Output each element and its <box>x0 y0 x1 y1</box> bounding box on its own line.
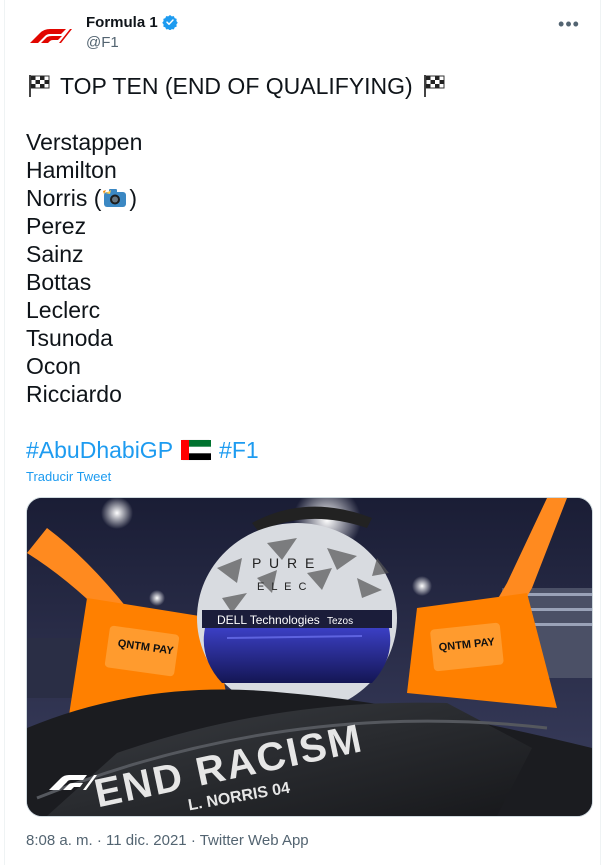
f1-logo-avatar[interactable] <box>26 12 74 60</box>
verified-badge-icon <box>161 15 178 30</box>
driver-line: Verstappen <box>26 128 586 156</box>
display-name[interactable]: Formula 1 <box>86 14 158 31</box>
driver-name: Ricciardo <box>26 381 122 407</box>
helmet-text-top: P U R E <box>252 555 316 571</box>
tweet-header: Formula 1 @F1 ••• <box>26 10 584 60</box>
driver-line: Tsunoda <box>26 324 586 352</box>
driver-name: Leclerc <box>26 297 101 323</box>
driver-name: Perez <box>26 213 87 239</box>
driver-name: Bottas <box>26 269 92 295</box>
driver-line: Sainz <box>26 240 586 268</box>
tweet-heading: TOP TEN (END OF QUALIFYING) <box>60 73 413 99</box>
driver-name: Sainz <box>26 241 84 267</box>
driver-line: Leclerc <box>26 296 586 324</box>
tweet-card: Formula 1 @F1 ••• TOP TEN (END OF QUALIF… <box>4 0 601 865</box>
mclaren-cockpit-photo: QNTM PAY QNTM PAY P U R E E L E C DELL T… <box>27 498 592 816</box>
more-icon: ••• <box>558 13 580 34</box>
handle[interactable]: @F1 <box>86 34 178 51</box>
norris-suffix: ) <box>129 185 138 211</box>
more-options-button[interactable]: ••• <box>554 12 584 36</box>
driver-name: Ocon <box>26 353 81 379</box>
hashtag-abudhabigp-link[interactable]: #AbuDhabiGP <box>26 436 173 464</box>
driver-name: Verstappen <box>26 129 143 155</box>
hashtags-line: #AbuDhabiGP #F1 <box>26 436 586 464</box>
tweet-timestamp[interactable]: 8:08 a. m. · 11 dic. 2021 · Twitter Web … <box>26 832 309 849</box>
helmet-text-mid: E L E C <box>257 581 309 593</box>
driver-name: Hamilton <box>26 157 117 183</box>
driver-name: Tsunoda <box>26 325 113 351</box>
tweet-media-photo[interactable]: QNTM PAY QNTM PAY P U R E E L E C DELL T… <box>26 497 593 817</box>
driver-line: Perez <box>26 212 586 240</box>
driver-line: Ricciardo <box>26 380 586 408</box>
tweet-heading-line: TOP TEN (END OF QUALIFYING) <box>26 72 586 100</box>
driver-name: Norris ( <box>26 185 102 211</box>
tweet-text: TOP TEN (END OF QUALIFYING) Verstappen H… <box>26 72 586 464</box>
camera-flash-icon <box>103 188 127 207</box>
driver-line: Hamilton <box>26 156 586 184</box>
chequered-flag-icon <box>423 75 445 97</box>
driver-line: Ocon <box>26 352 586 380</box>
driver-line: Bottas <box>26 268 586 296</box>
sponsor-dell: DELL Technologies <box>217 613 320 627</box>
driver-line: Norris ( ) <box>26 184 586 212</box>
translate-tweet-link[interactable]: Traducir Tweet <box>26 469 111 484</box>
chequered-flag-icon <box>29 75 50 97</box>
author-info: Formula 1 @F1 <box>86 12 178 51</box>
sponsor-tezos: Tezos <box>327 616 353 627</box>
f1-logo-icon <box>30 29 72 43</box>
uae-flag-icon <box>181 439 212 461</box>
hashtag-f1-link[interactable]: #F1 <box>219 436 259 464</box>
